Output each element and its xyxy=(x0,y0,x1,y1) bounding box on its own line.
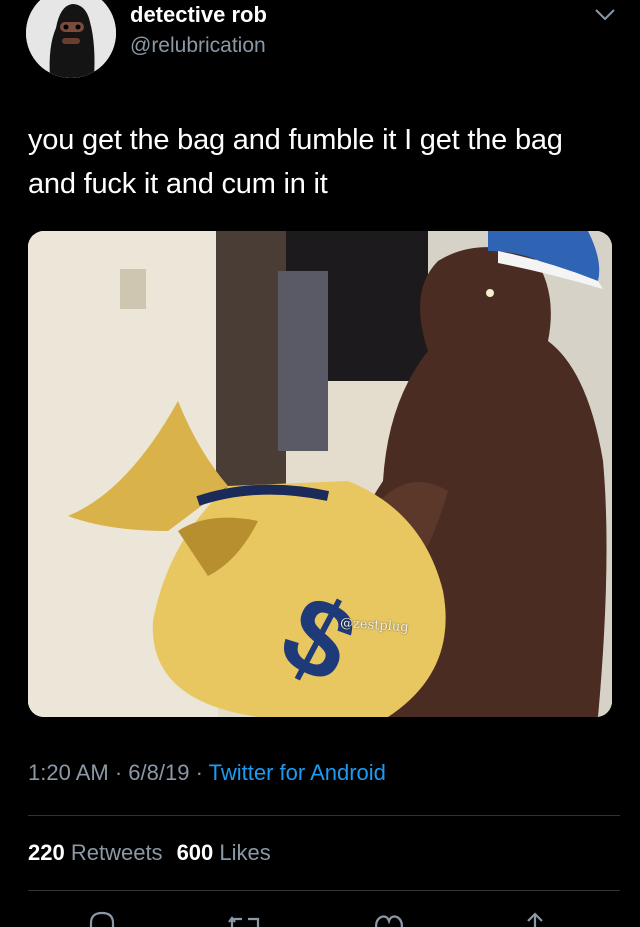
tweet-stats: 220 Retweets 600 Likes xyxy=(28,840,271,866)
chevron-down-icon[interactable] xyxy=(594,8,616,22)
divider xyxy=(28,890,620,891)
divider xyxy=(28,815,620,816)
tweet-time[interactable]: 1:20 AM xyxy=(28,760,109,785)
tweet-source[interactable]: Twitter for Android xyxy=(209,760,386,785)
tweet-date[interactable]: 6/8/19 xyxy=(128,760,189,785)
retweet-icon[interactable] xyxy=(228,909,262,927)
retweets-stat[interactable]: 220 Retweets xyxy=(28,840,163,865)
tweet-header: detective rob @relubrication xyxy=(0,0,640,90)
retweets-count: 220 xyxy=(28,840,65,865)
display-name[interactable]: detective rob xyxy=(130,2,267,28)
tweet-image[interactable]: $ @zestplug xyxy=(28,231,612,717)
likes-count: 600 xyxy=(176,840,214,865)
likes-stat[interactable]: 600 Likes xyxy=(177,840,271,865)
share-icon[interactable] xyxy=(518,909,552,927)
avatar[interactable] xyxy=(26,0,116,78)
tweet-actions xyxy=(0,905,640,927)
meta-separator: · xyxy=(108,760,129,785)
tweet-meta: 1:20 AM · 6/8/19 · Twitter for Android xyxy=(28,760,386,786)
meta-separator: · xyxy=(189,760,209,785)
user-handle[interactable]: @relubrication xyxy=(130,34,266,58)
tweet-text: you get the bag and fumble it I get the … xyxy=(28,124,563,200)
heart-icon[interactable] xyxy=(372,909,406,927)
likes-label: Likes xyxy=(219,840,271,865)
reply-icon[interactable] xyxy=(85,909,119,927)
retweets-label: Retweets xyxy=(70,840,163,865)
